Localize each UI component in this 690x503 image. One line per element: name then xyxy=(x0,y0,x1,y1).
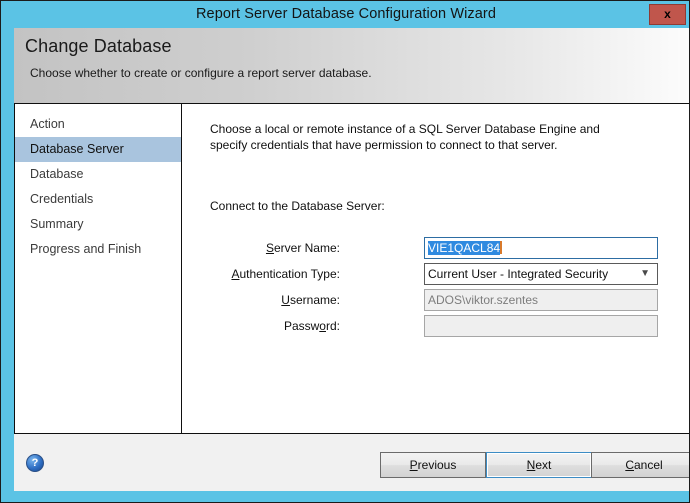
page-title: Change Database xyxy=(25,36,172,57)
chevron-down-icon: ▼ xyxy=(640,264,650,285)
wizard-step-list: Action Database Server Database Credenti… xyxy=(15,104,182,433)
sidebar-item-label: Database Server xyxy=(30,142,124,156)
password-row: Password: xyxy=(182,315,689,337)
sidebar-item-database[interactable]: Database xyxy=(15,162,181,187)
authentication-type-label: Authentication Type: xyxy=(182,263,340,285)
authentication-type-value: Current User - Integrated Security xyxy=(428,267,608,281)
server-name-input[interactable]: VIE1QACL84 xyxy=(424,237,658,259)
server-name-row: Server Name: VIE1QACL84 xyxy=(182,237,689,259)
cancel-button[interactable]: Cancel xyxy=(591,452,690,478)
username-label: Username: xyxy=(182,289,340,311)
sidebar-item-label: Credentials xyxy=(30,192,93,206)
text-caret xyxy=(500,241,502,254)
authentication-type-row: Authentication Type: Current User - Inte… xyxy=(182,263,689,285)
sidebar-item-label: Summary xyxy=(30,217,83,231)
server-name-value: VIE1QACL84 xyxy=(428,241,500,255)
next-button[interactable]: Next xyxy=(486,452,592,478)
sidebar-item-action[interactable]: Action xyxy=(15,112,181,137)
help-icon[interactable]: ? xyxy=(26,454,44,472)
sidebar-item-database-server[interactable]: Database Server xyxy=(15,137,181,162)
body-panel: Action Database Server Database Credenti… xyxy=(14,103,690,434)
content-pane: Choose a local or remote instance of a S… xyxy=(182,104,689,433)
sidebar-item-label: Action xyxy=(30,117,65,131)
sidebar-item-summary[interactable]: Summary xyxy=(15,212,181,237)
title-bar: Report Server Database Configuration Wiz… xyxy=(2,2,690,26)
username-value: ADOS\viktor.szentes xyxy=(428,293,538,307)
sidebar-item-credentials[interactable]: Credentials xyxy=(15,187,181,212)
password-label: Password: xyxy=(182,315,340,337)
username-row: Username: ADOS\viktor.szentes xyxy=(182,289,689,311)
close-icon[interactable]: x xyxy=(649,4,686,25)
footer-bar: ? Previous Next Cancel xyxy=(14,434,690,491)
sidebar-item-label: Database xyxy=(30,167,84,181)
authentication-type-select[interactable]: Current User - Integrated Security ▼ xyxy=(424,263,658,285)
intro-text: Choose a local or remote instance of a S… xyxy=(210,121,634,153)
server-name-label: Server Name: xyxy=(182,237,340,259)
password-input xyxy=(424,315,658,337)
wizard-window: Report Server Database Configuration Wiz… xyxy=(0,0,690,503)
section-label: Connect to the Database Server: xyxy=(210,199,385,213)
window-title: Report Server Database Configuration Wiz… xyxy=(2,2,690,26)
username-input: ADOS\viktor.szentes xyxy=(424,289,658,311)
sidebar-item-label: Progress and Finish xyxy=(30,242,141,256)
page-header: Change Database Choose whether to create… xyxy=(14,28,690,103)
previous-button[interactable]: Previous xyxy=(380,452,486,478)
sidebar-item-progress-and-finish[interactable]: Progress and Finish xyxy=(15,237,181,262)
page-subtitle: Choose whether to create or configure a … xyxy=(30,66,372,80)
